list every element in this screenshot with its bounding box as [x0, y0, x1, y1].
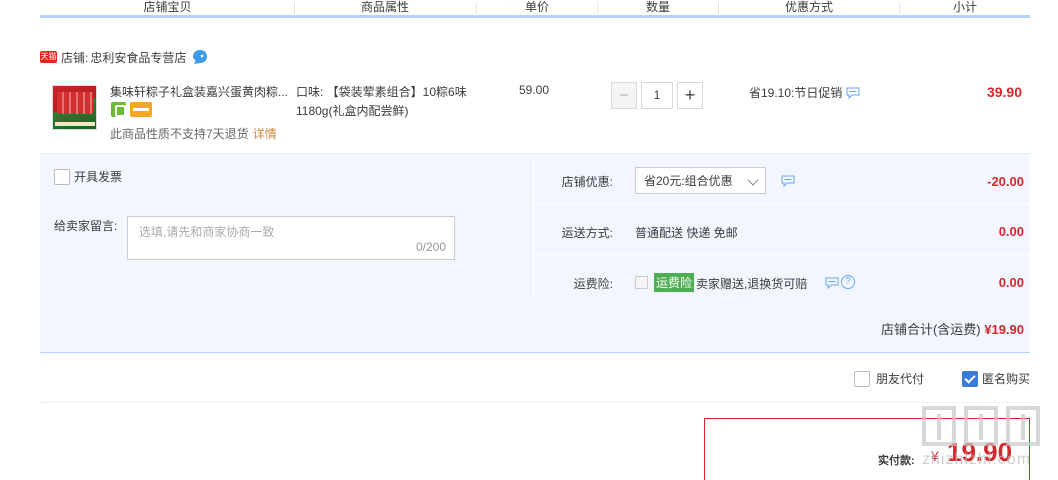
product-thumbnail[interactable]	[52, 85, 97, 130]
store-total-amount: ¥19.90	[984, 322, 1024, 337]
item-subtotal: 39.90	[986, 84, 1022, 100]
seller-message-input[interactable]: 选填,请先和商家协商一致 0/200	[127, 216, 455, 260]
store-discount-amount: -20.00	[987, 174, 1024, 189]
section-divider	[40, 402, 1030, 403]
shop-label: 店铺:	[61, 50, 89, 65]
return-detail-link[interactable]: 详情	[253, 127, 277, 141]
product-image-caption	[55, 122, 95, 126]
comment-icon[interactable]	[825, 277, 839, 289]
message-char-counter: 0/200	[415, 240, 446, 254]
shipping-row: 运送方式: 普通配送 快递 免邮 0.00	[535, 205, 1030, 255]
column-header-discount: 优惠方式	[784, 0, 833, 14]
tmall-logo-icon: 天猫	[40, 51, 57, 63]
friend-pay-checkbox[interactable]	[854, 370, 870, 387]
comment-icon[interactable]	[846, 87, 860, 99]
column-header-quantity: 数量	[645, 0, 670, 14]
comment-icon[interactable]	[781, 175, 795, 187]
shipping-amount: 0.00	[998, 224, 1024, 239]
shipping-label: 运送方式:	[561, 226, 613, 240]
column-header-subtotal: 小计	[952, 0, 977, 14]
shop-name-link[interactable]: 忠利安食品专营店	[90, 49, 186, 66]
message-placeholder: 选填,请先和商家协商一致	[139, 225, 275, 239]
cart-item-row: 集味轩粽子礼盒装嘉兴蛋黄肉粽... 此商品性质不支持7天退货 详情 口味: 【袋装…	[40, 74, 1030, 154]
quantity-decrease-button[interactable]: −	[611, 82, 637, 109]
column-header-properties: 商品属性	[360, 0, 409, 14]
return-policy-note: 此商品性质不支持7天退货 详情	[110, 125, 277, 142]
insurance-label: 运费险:	[573, 277, 613, 291]
invoice-label: 开具发票	[74, 170, 123, 184]
invoice-checkbox[interactable]	[54, 168, 70, 185]
item-promotion: 省19.10:节日促销	[749, 84, 860, 101]
product-title-link[interactable]: 集味轩粽子礼盒装嘉兴蛋黄肉粽...	[110, 83, 294, 100]
store-total: 店铺合计(含运费) ¥19.90	[881, 319, 1024, 338]
store-discount-row: 店铺优惠: 省20元:组合优惠 -20.00	[535, 154, 1030, 204]
column-header-shop-item: 店铺宝贝	[143, 0, 192, 14]
column-header-unit-price: 单价	[524, 0, 549, 14]
promotion-text: 省19.10:节日促销	[749, 86, 843, 100]
store-discount-selected: 省20元:组合优惠	[644, 174, 733, 188]
message-label: 给卖家留言:	[54, 219, 118, 233]
cart-table-header: 店铺宝贝 商品属性 单价 数量 优惠方式 小计	[40, 0, 1030, 18]
store-discount-select[interactable]: 省20元:组合优惠	[635, 167, 766, 194]
anonymous-purchase-option[interactable]: 匿名购买	[962, 370, 1030, 387]
buyer-options-pane: 开具发票 给卖家留言: 选填,请先和商家协商一致 0/200	[40, 154, 534, 302]
insurance-checkbox[interactable]	[635, 276, 648, 289]
quantity-increase-button[interactable]: +	[677, 82, 703, 109]
guarantee-icon[interactable]	[111, 102, 126, 117]
credit-card-icon[interactable]	[130, 102, 152, 117]
product-properties: 口味: 【袋装荤素组合】10粽6味 1180g(礼盒内配尝鲜)	[296, 85, 467, 118]
anonymous-purchase-label: 匿名购买	[982, 372, 1031, 386]
insurance-amount: 0.00	[998, 275, 1024, 290]
shop-info: 天猫 店铺: 忠利安食品专营店	[40, 49, 208, 65]
store-discount-label: 店铺优惠:	[561, 175, 613, 189]
service-icons	[111, 102, 152, 117]
return-policy-text: 此商品性质不支持7天退货	[110, 127, 249, 141]
payment-summary-box: 实付款: ¥ 19.90	[704, 418, 1030, 480]
unit-price: 59.00	[519, 83, 550, 97]
anonymous-purchase-checkbox[interactable]	[962, 370, 978, 387]
chevron-down-icon	[747, 174, 759, 186]
store-fees-pane: 店铺优惠: 省20元:组合优惠 -20.00 运送方式: 普通配送 快递 免邮 …	[535, 154, 1030, 302]
help-question-icon[interactable]: ?	[841, 275, 855, 289]
friend-pay-option[interactable]: 朋友代付	[854, 370, 924, 387]
insurance-badge: 运费险	[654, 273, 695, 292]
store-total-label: 店铺合计(含运费)	[880, 322, 981, 337]
product-image-pattern	[57, 92, 93, 114]
friend-pay-label: 朋友代付	[876, 372, 925, 386]
wangwang-chat-icon[interactable]	[192, 49, 208, 65]
insurance-text: 卖家赠送,退换货可赔	[696, 277, 808, 291]
quantity-stepper: − 1 +	[611, 82, 703, 109]
quantity-input[interactable]: 1	[641, 82, 673, 109]
watermark-text: zhizhizhi.com	[922, 451, 1032, 468]
invoice-option[interactable]: 开具发票	[54, 168, 122, 185]
order-options-panel: 开具发票 给卖家留言: 选填,请先和商家协商一致 0/200 店铺优惠: 省20…	[40, 154, 1030, 353]
insurance-row: 运费险: 运费险 卖家赠送,退换货可赔 ? 0.00	[535, 256, 1030, 306]
shipping-method: 普通配送 快递 免邮	[635, 226, 738, 240]
payment-label: 实付款:	[878, 455, 915, 467]
